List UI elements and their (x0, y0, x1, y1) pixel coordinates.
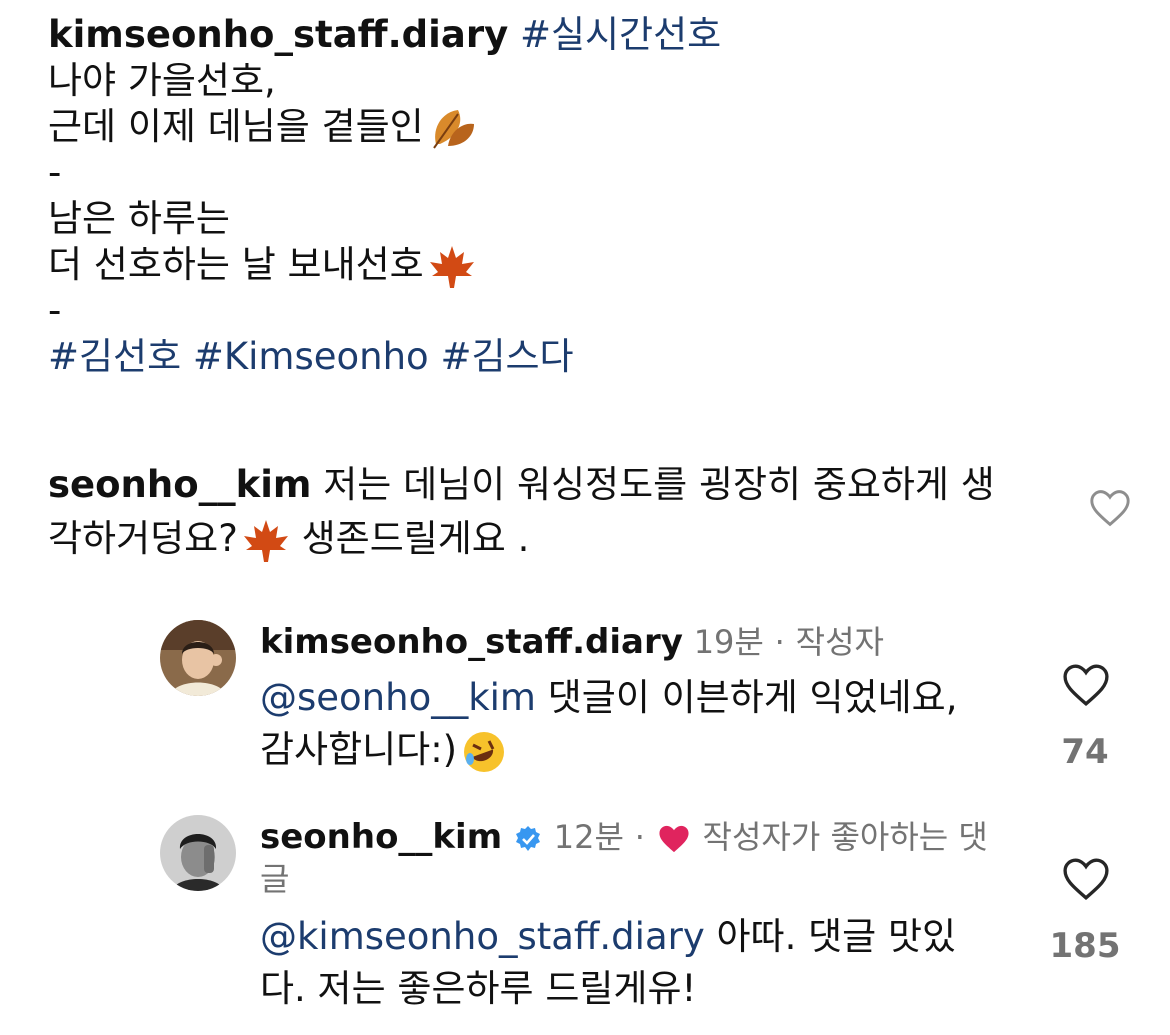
reply-line: @kimseonho_staff.diary 아따. 댓글 맛있 (260, 911, 1020, 963)
avatar[interactable] (160, 620, 236, 696)
maple-leaf-icon (243, 519, 288, 562)
caption-header: kimseonho_staff.diary #실시간선호 (48, 12, 1048, 58)
comment-username[interactable]: seonho__kim (48, 463, 311, 506)
reply-header: seonho__kim 12분 · 작성자가 좋아하는 댓 (260, 815, 988, 859)
meta-separator: · (634, 818, 645, 856)
comment-text: 저는 데님이 워싱정도를 굉장히 중요하게 생 (323, 463, 995, 506)
hashtag-link[interactable]: #Kimseonho (193, 335, 429, 378)
like-count: 185 (1049, 926, 1121, 966)
liked-by-author-label-cont: 글 (260, 860, 290, 898)
reply-text: 감사합니다:) (260, 728, 458, 771)
caption-line: 남은 하루는 (48, 197, 230, 240)
reply-text: 아따. 댓글 맛있 (716, 915, 957, 958)
reply-line: 감사합니다:) (260, 724, 1020, 776)
like-heart-icon[interactable] (1060, 856, 1112, 902)
caption-line: 근데 이제 데님을 곁들인 (48, 104, 1048, 150)
liked-by-author-heart-icon (659, 825, 689, 852)
caption-line: - (48, 151, 62, 194)
meta-separator: · (774, 623, 785, 661)
caption-line: - (48, 289, 62, 332)
reply-time: 19분 (693, 623, 764, 661)
comment: seonho__kim 저는 데님이 워싱정도를 굉장히 중요하게 생 각하거덩… (48, 458, 1058, 566)
reply-line: 다. 저는 좋은하루 드릴게유! (260, 967, 697, 1010)
maple-leaf-icon (429, 245, 474, 288)
like-heart-icon[interactable] (1088, 488, 1132, 528)
caption-username[interactable]: kimseonho_staff.diary (48, 13, 508, 56)
caption-line: 더 선호하는 날 보내선호 (48, 242, 1048, 288)
fallen-leaf-icon (432, 109, 474, 149)
avatar-photo (160, 815, 236, 891)
comment-text: 생존드릴게요 . (301, 517, 530, 560)
author-badge: 작성자 (795, 623, 884, 661)
comment-line: 각하거덩요? 생존드릴게요 . (48, 512, 1058, 566)
reply: seonho__kim 12분 · 작성자가 좋아하는 댓 글 @kimseon… (160, 815, 1170, 1025)
rofl-emoji-icon (464, 731, 505, 772)
reply-line: @seonho__kim 댓글이 이븐하게 익었네요, (260, 672, 1020, 724)
post-caption: kimseonho_staff.diary #실시간선호 나야 가을선호, 근데… (48, 12, 1048, 380)
reply-username[interactable]: kimseonho_staff.diary (260, 622, 683, 662)
reply-header: kimseonho_staff.diary 19분 · 작성자 (260, 620, 884, 664)
reply-text: 댓글이 이븐하게 익었네요, (547, 676, 958, 719)
comment-line: seonho__kim 저는 데님이 워싱정도를 굉장히 중요하게 생 (48, 458, 1058, 512)
hashtag-link[interactable]: #김선호 (48, 335, 181, 378)
mention-link[interactable]: @seonho__kim (260, 676, 536, 719)
avatar[interactable] (160, 815, 236, 891)
like-heart-icon[interactable] (1060, 662, 1112, 708)
caption-line: 나야 가을선호, (48, 59, 276, 102)
like-count: 74 (1061, 732, 1109, 772)
mention-link[interactable]: @kimseonho_staff.diary (260, 915, 705, 958)
reply-body: @kimseonho_staff.diary 아따. 댓글 맛있 다. 저는 좋… (260, 911, 1020, 1015)
reply-time: 12분 (553, 818, 624, 856)
caption-hashtag[interactable]: #실시간선호 (520, 13, 721, 56)
liked-by-author-label: 작성자가 좋아하는 댓 (702, 818, 988, 856)
caption-tags: #김선호 #Kimseonho #김스다 (48, 334, 1048, 380)
verified-badge-icon (515, 825, 540, 851)
reply: kimseonho_staff.diary 19분 · 작성자 @seonho_… (160, 620, 1170, 780)
avatar-photo (160, 620, 236, 696)
reply-body: @seonho__kim 댓글이 이븐하게 익었네요, 감사합니다:) (260, 672, 1020, 776)
comment-text: 각하거덩요? (48, 517, 238, 560)
hashtag-link[interactable]: #김스다 (440, 335, 573, 378)
reply-username[interactable]: seonho__kim (260, 817, 502, 857)
